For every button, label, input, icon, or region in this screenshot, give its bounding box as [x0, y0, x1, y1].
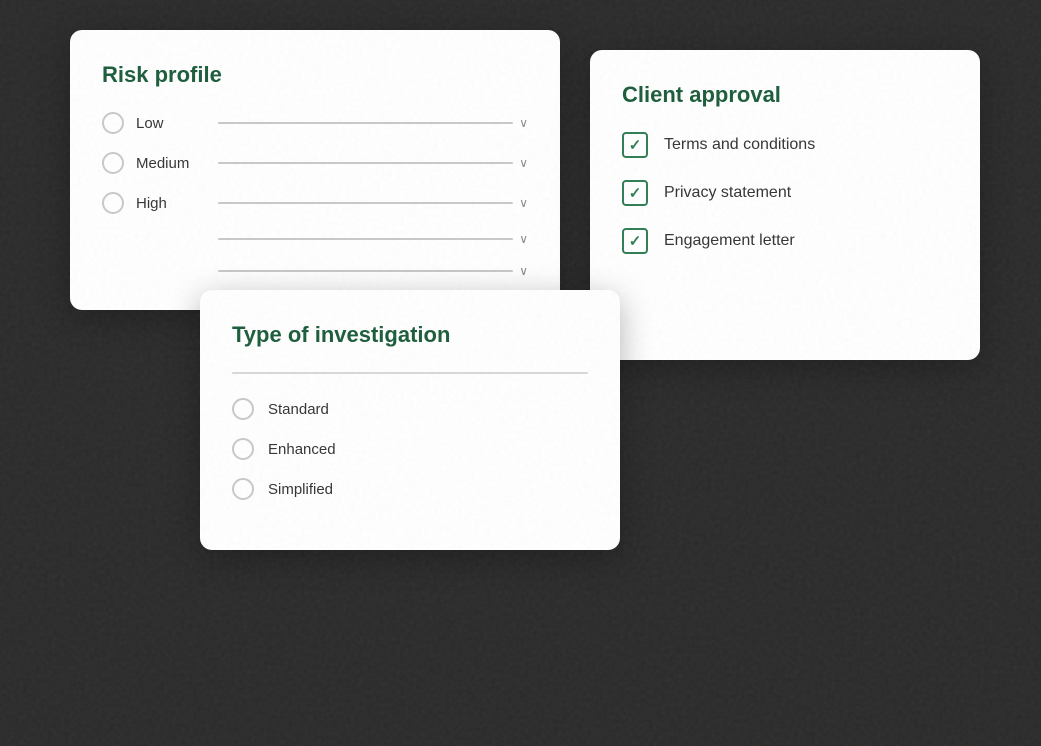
medium-dropdown[interactable]: ∨	[218, 156, 528, 170]
investigation-card: Type of investigation Standard Enhanced …	[200, 290, 620, 550]
medium-line	[218, 162, 513, 164]
privacy-label: Privacy statement	[664, 184, 791, 202]
enhanced-label: Enhanced	[268, 441, 336, 458]
low-chevron: ∨	[519, 116, 528, 130]
simplified-label: Simplified	[268, 481, 333, 498]
investigation-separator	[232, 372, 588, 374]
investigation-options: Standard Enhanced Simplified	[232, 398, 588, 500]
approval-item-engagement[interactable]: ✓ Engagement letter	[622, 228, 948, 254]
radio-low-label: Low	[136, 115, 206, 132]
high-dropdown[interactable]: ∨	[218, 196, 528, 210]
investigation-simplified[interactable]: Simplified	[232, 478, 588, 500]
risk-profile-options: Low ∨ Medium ∨ High ∨	[102, 112, 528, 278]
medium-chevron: ∨	[519, 156, 528, 170]
check-privacy-icon: ✓	[629, 184, 642, 202]
extra-line1	[218, 238, 513, 240]
check-terms-icon: ✓	[629, 136, 642, 154]
approval-item-terms[interactable]: ✓ Terms and conditions	[622, 132, 948, 158]
investigation-standard[interactable]: Standard	[232, 398, 588, 420]
approval-item-privacy[interactable]: ✓ Privacy statement	[622, 180, 948, 206]
client-approval-card: Client approval ✓ Terms and conditions ✓…	[590, 50, 980, 360]
approval-items: ✓ Terms and conditions ✓ Privacy stateme…	[622, 132, 948, 254]
engagement-label: Engagement letter	[664, 232, 795, 250]
high-line	[218, 202, 513, 204]
client-approval-title: Client approval	[622, 82, 948, 108]
risk-profile-card: Risk profile Low ∨ Medium ∨ High ∨	[70, 30, 560, 310]
low-line	[218, 122, 513, 124]
extra-dropdown2[interactable]: ∨	[218, 264, 528, 278]
low-dropdown[interactable]: ∨	[218, 116, 528, 130]
risk-extra-row2: ∨	[102, 264, 528, 278]
radio-high[interactable]	[102, 192, 124, 214]
extra-chevron2: ∨	[519, 264, 528, 278]
checkbox-engagement[interactable]: ✓	[622, 228, 648, 254]
checkbox-terms[interactable]: ✓	[622, 132, 648, 158]
risk-extra-row1: ∨	[102, 232, 528, 246]
investigation-enhanced[interactable]: Enhanced	[232, 438, 588, 460]
extra-chevron1: ∨	[519, 232, 528, 246]
radio-medium-label: Medium	[136, 155, 206, 172]
radio-low[interactable]	[102, 112, 124, 134]
radio-enhanced[interactable]	[232, 438, 254, 460]
radio-medium[interactable]	[102, 152, 124, 174]
radio-high-label: High	[136, 195, 206, 212]
checkbox-privacy[interactable]: ✓	[622, 180, 648, 206]
radio-standard[interactable]	[232, 398, 254, 420]
radio-simplified[interactable]	[232, 478, 254, 500]
extra-line2	[218, 270, 513, 272]
high-chevron: ∨	[519, 196, 528, 210]
terms-label: Terms and conditions	[664, 136, 815, 154]
risk-option-low[interactable]: Low ∨	[102, 112, 528, 134]
standard-label: Standard	[268, 401, 329, 418]
risk-profile-title: Risk profile	[102, 62, 528, 88]
extra-dropdown1[interactable]: ∨	[218, 232, 528, 246]
check-engagement-icon: ✓	[629, 232, 642, 250]
risk-option-high[interactable]: High ∨	[102, 192, 528, 214]
investigation-title: Type of investigation	[232, 322, 588, 348]
risk-option-medium[interactable]: Medium ∨	[102, 152, 528, 174]
